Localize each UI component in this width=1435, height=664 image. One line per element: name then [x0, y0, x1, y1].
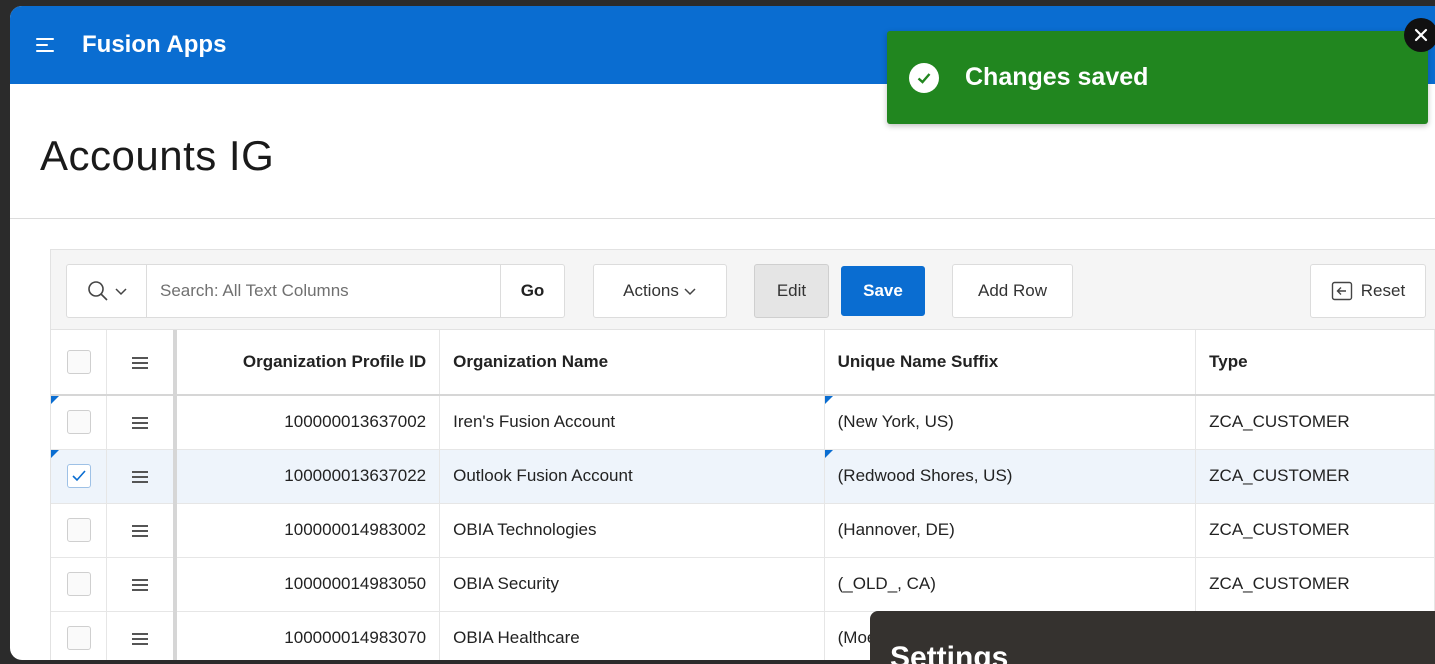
row-actions-header — [106, 330, 177, 396]
table-row[interactable]: 100000013637022 Outlook Fusion Account (… — [51, 449, 1435, 504]
org-name-cell[interactable]: OBIA Healthcare — [439, 611, 825, 660]
column-header-org-profile-id[interactable]: Organization Profile ID — [174, 330, 441, 396]
row-checkbox[interactable] — [66, 464, 91, 488]
grid-toolbar: Go Actions Edit Save Add Row Reset — [51, 250, 1435, 330]
row-actions-cell — [106, 557, 177, 612]
org-name-cell[interactable]: OBIA Technologies — [439, 503, 825, 558]
row-select-cell — [51, 395, 108, 450]
unique-name-suffix-cell[interactable]: (New York, US) — [824, 395, 1197, 450]
unique-name-suffix-cell[interactable]: (Redwood Shores, US) — [824, 449, 1197, 504]
checkmark-icon — [72, 470, 86, 482]
row-select-cell — [51, 557, 108, 612]
search-input[interactable] — [147, 265, 500, 317]
add-row-button[interactable]: Add Row — [952, 264, 1073, 318]
unique-name-suffix-cell[interactable]: (Hannover, DE) — [824, 503, 1197, 558]
row-menu-icon[interactable] — [132, 416, 149, 429]
header-row: Organization Profile ID Organization Nam… — [51, 330, 1435, 396]
row-menu-icon[interactable] — [132, 524, 149, 537]
row-actions-cell — [106, 503, 177, 558]
org-name-cell[interactable]: Iren's Fusion Account — [439, 395, 825, 450]
column-header-org-name[interactable]: Organization Name — [439, 330, 825, 396]
menu-icon[interactable] — [132, 356, 149, 369]
row-select-cell — [51, 449, 108, 504]
org-profile-id-cell[interactable]: 100000014983070 — [174, 611, 441, 660]
search-icon — [87, 281, 108, 301]
org-name-cell[interactable]: Outlook Fusion Account — [439, 449, 825, 504]
row-checkbox[interactable] — [66, 626, 91, 650]
row-actions-cell — [106, 611, 177, 660]
hamburger-menu-icon[interactable] — [36, 36, 58, 54]
org-name-cell[interactable]: OBIA Security — [439, 557, 825, 612]
table-row[interactable]: 100000014983050 OBIA Security (_OLD_, CA… — [51, 557, 1435, 612]
success-check-icon — [909, 62, 939, 93]
header-divider — [10, 218, 1435, 219]
chevron-down-icon — [114, 288, 127, 296]
org-profile-id-cell[interactable]: 100000013637022 — [174, 449, 441, 504]
close-toast-button[interactable] — [1404, 18, 1435, 52]
settings-panel: Settings — [870, 611, 1435, 664]
app-title[interactable]: Fusion Apps — [82, 31, 226, 59]
edit-button[interactable]: Edit — [754, 264, 829, 318]
table-row[interactable]: 100000014983002 OBIA Technologies (Hanno… — [51, 503, 1435, 558]
row-menu-icon[interactable] — [132, 470, 149, 483]
success-toast: Changes saved — [887, 31, 1428, 124]
row-checkbox[interactable] — [66, 518, 91, 542]
unique-name-suffix-cell[interactable]: (_OLD_, CA) — [824, 557, 1197, 612]
row-actions-cell — [106, 449, 177, 504]
settings-title: Settings — [890, 641, 1009, 664]
row-actions-cell — [106, 395, 177, 450]
close-icon — [1414, 28, 1428, 42]
type-cell[interactable]: ZCA_CUSTOMER — [1195, 449, 1435, 504]
chevron-down-icon — [684, 288, 696, 296]
org-profile-id-cell[interactable]: 100000013637002 — [174, 395, 441, 450]
row-select-cell — [51, 503, 108, 558]
page-title: Accounts IG — [40, 132, 275, 179]
toast-message: Changes saved — [965, 63, 1149, 91]
reset-button[interactable]: Reset — [1310, 264, 1426, 318]
type-cell[interactable]: ZCA_CUSTOMER — [1195, 557, 1435, 612]
org-profile-id-cell[interactable]: 100000014983050 — [174, 557, 441, 612]
actions-label: Actions — [623, 281, 679, 300]
reset-label: Reset — [1360, 281, 1406, 300]
interactive-grid: Go Actions Edit Save Add Row Reset — [50, 249, 1435, 660]
select-all-cell — [51, 330, 108, 396]
type-cell[interactable]: ZCA_CUSTOMER — [1195, 395, 1435, 450]
go-button[interactable]: Go — [500, 265, 564, 317]
actions-menu-button[interactable]: Actions — [593, 264, 727, 318]
save-button[interactable]: Save — [841, 266, 925, 316]
type-cell[interactable]: ZCA_CUSTOMER — [1195, 503, 1435, 558]
row-checkbox[interactable] — [66, 572, 91, 596]
org-profile-id-cell[interactable]: 100000014983002 — [174, 503, 441, 558]
search-group: Go — [66, 264, 565, 318]
column-header-type[interactable]: Type — [1195, 330, 1435, 396]
row-checkbox[interactable] — [66, 410, 91, 435]
select-all-checkbox[interactable] — [66, 350, 91, 374]
row-select-cell — [51, 611, 108, 660]
table-row[interactable]: 100000013637002 Iren's Fusion Account (N… — [51, 395, 1435, 450]
row-menu-icon[interactable] — [132, 632, 149, 645]
reset-icon — [1331, 281, 1352, 301]
search-column-menu[interactable] — [67, 265, 147, 317]
column-header-unique-name-suffix[interactable]: Unique Name Suffix — [824, 330, 1197, 396]
row-menu-icon[interactable] — [132, 578, 149, 591]
